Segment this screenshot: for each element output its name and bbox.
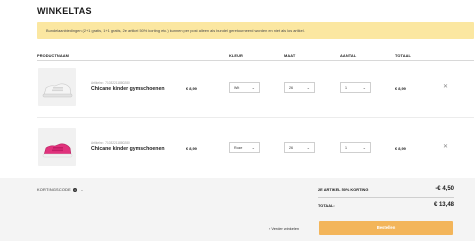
row-total: € 8,99 [395,86,406,91]
product-name[interactable]: Chicane kinder gymschoenen [91,86,165,92]
product-name[interactable]: Chicane kinder gymschoenen [91,146,165,152]
quantity-select[interactable]: 1 ⌄ [340,82,371,93]
chevron-down-icon: ⌄ [251,85,255,91]
column-header-quantity: AANTAL [340,53,357,58]
size-select[interactable]: 26 ⌄ [284,82,315,93]
chevron-down-icon: ⌄ [306,145,310,151]
color-select-value: Roze [234,146,243,150]
column-header-total: TOTAAL [395,53,412,58]
checkout-button[interactable]: Bestellen [319,221,453,235]
quantity-select-value: 1 [345,146,347,150]
coupon-code-toggle[interactable]: KORTINGSCODE i ⌄ [37,187,84,192]
product-sku: Artikelnr.: 71032211880280 [91,81,130,85]
chevron-down-icon: ⌄ [362,85,366,91]
quantity-select[interactable]: 1 ⌄ [340,142,371,153]
continue-shopping-link[interactable]: ‹ Verder winkelen [269,226,299,231]
size-select-value: 26 [289,86,293,90]
color-select-value: Wit [234,86,240,90]
chevron-down-icon: ⌄ [306,85,310,91]
product-image[interactable] [38,128,76,166]
grand-total-value: € 13,48 [433,202,454,208]
column-header-size: MAAT [284,53,296,58]
row-divider [37,117,474,118]
color-select[interactable]: Roze ⌄ [229,142,260,153]
discount-label: 2E ARTIKEL 50% KORTING [318,187,369,192]
discount-value: -€ 4,50 [435,186,454,192]
close-icon: ✕ [443,144,449,150]
column-header-color: KLEUR [229,53,243,58]
page-title: WINKELTAS [37,6,92,16]
remove-item-button[interactable]: ✕ [443,144,448,150]
info-icon[interactable]: i [73,187,78,192]
total-label: TOTAAL: [318,203,335,208]
product-price: € 8,99 [186,146,197,151]
product-sku: Artikelnr.: 71032211880280 [91,141,130,145]
chevron-down-icon: ⌄ [362,145,366,151]
color-select[interactable]: Wit ⌄ [229,82,260,93]
remove-item-button[interactable]: ✕ [443,84,448,90]
coupon-code-label: KORTINGSCODE [37,187,71,192]
close-icon: ✕ [443,84,449,90]
summary-divider [318,197,454,198]
product-image[interactable] [38,68,76,106]
bundle-notice-banner: Bundelaanbiedingen (2+1 gratis, 1+1 grat… [37,22,474,39]
size-select-value: 26 [289,146,293,150]
product-price: € 8,99 [186,86,197,91]
column-header-product: PRODUCTNAAM [37,53,70,58]
chevron-down-icon: ⌄ [251,145,255,151]
chevron-down-icon: ⌄ [80,188,84,192]
row-total: € 8,99 [395,146,406,151]
size-select[interactable]: 26 ⌄ [284,142,315,153]
header-divider [37,60,474,61]
quantity-select-value: 1 [345,86,347,90]
